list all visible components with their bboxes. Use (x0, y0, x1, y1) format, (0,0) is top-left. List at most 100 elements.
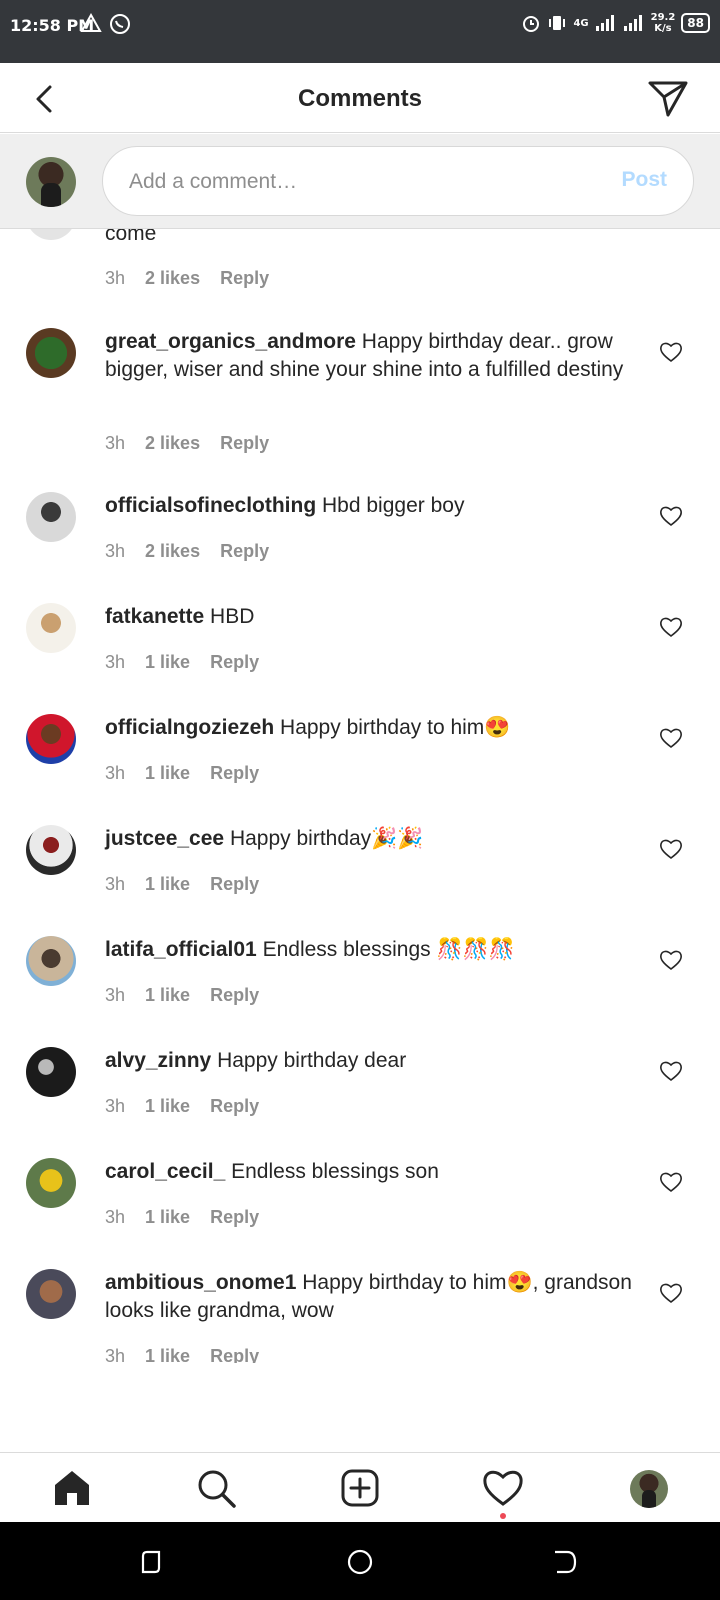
comment-compose-bar: Post (0, 134, 720, 229)
comment-time: 3h (105, 1096, 126, 1116)
heart-icon[interactable] (659, 505, 683, 527)
comment-likes[interactable]: 1 like (145, 985, 190, 1006)
comment-likes[interactable]: 1 like (145, 763, 190, 784)
comment-time: 3h (105, 1207, 126, 1227)
comment-likes[interactable]: 2 likes (145, 433, 200, 454)
comment-username[interactable]: officialngoziezeh (105, 716, 274, 739)
whatsapp-icon (110, 14, 130, 34)
comment-username[interactable]: officialsofineclothing (105, 494, 316, 517)
comment-time: 3h (105, 1346, 126, 1363)
avatar[interactable] (26, 1047, 76, 1097)
page-title: Comments (297, 85, 423, 112)
avatar[interactable] (26, 936, 76, 986)
comment-time: 3h (105, 268, 126, 288)
add-post-icon[interactable] (339, 1467, 381, 1509)
comment-meta: 3h 2 likes Reply (105, 268, 269, 289)
recent-apps-icon[interactable] (137, 1548, 165, 1576)
avatar[interactable] (26, 825, 76, 875)
avatar[interactable] (26, 603, 76, 653)
reply-button[interactable]: Reply (210, 763, 259, 784)
comment-body: latifa_official01 Endless blessings 🎊🎊🎊 (105, 936, 635, 964)
profile-avatar[interactable] (630, 1470, 668, 1508)
comment-likes[interactable]: 1 like (145, 1096, 190, 1117)
comment-text: come (105, 229, 157, 245)
reply-button[interactable]: Reply (220, 433, 269, 454)
signal-icon-2 (623, 15, 642, 31)
speed-unit: K/s (654, 23, 672, 34)
comment-text: HBD (210, 605, 255, 628)
comment-text: Happy birthday to him😍 (280, 716, 511, 739)
reply-button[interactable]: Reply (210, 1096, 259, 1117)
heart-icon[interactable] (659, 727, 683, 749)
activity-heart-icon[interactable] (482, 1467, 524, 1509)
comment-username[interactable]: great_organics_andmore (105, 330, 356, 353)
comment-time: 3h (105, 985, 126, 1005)
warning-icon (80, 12, 102, 32)
paper-plane-icon[interactable] (646, 77, 690, 121)
comment-username[interactable]: carol_cecil_ (105, 1160, 225, 1183)
comment-input-container: Post (102, 146, 694, 216)
comment-body: alvy_zinny Happy birthday dear (105, 1047, 635, 1075)
comment-username[interactable]: ambitious_onome1 (105, 1271, 296, 1294)
notification-dot (500, 1513, 506, 1519)
heart-icon[interactable] (659, 838, 683, 860)
comment-username[interactable]: fatkanette (105, 605, 204, 628)
reply-button[interactable]: Reply (210, 985, 259, 1006)
avatar[interactable] (26, 328, 76, 378)
comment-body: ambitious_onome1 Happy birthday to him😍,… (105, 1269, 635, 1325)
home-icon[interactable] (51, 1467, 93, 1509)
network-type: 4G (573, 17, 589, 29)
back-button-icon[interactable] (551, 1548, 579, 1576)
avatar[interactable] (26, 1269, 76, 1319)
comment-likes[interactable]: 1 like (145, 874, 190, 895)
comment-meta: 3h 1 like Reply (105, 1346, 259, 1363)
comment-meta: 3h 1 like Reply (105, 985, 259, 1006)
comment-meta: 3h 1 like Reply (105, 1096, 259, 1117)
comment-text: Endless blessings 🎊🎊🎊 (262, 938, 515, 961)
comment-likes[interactable]: 1 like (145, 1207, 190, 1228)
heart-icon[interactable] (659, 1282, 683, 1304)
comment-body: great_organics_andmore Happy birthday de… (105, 328, 635, 384)
reply-button[interactable]: Reply (210, 874, 259, 895)
comment-input[interactable] (129, 167, 569, 197)
comment-username[interactable]: justcee_cee (105, 827, 224, 850)
reply-button[interactable]: Reply (210, 652, 259, 673)
post-button[interactable]: Post (621, 168, 667, 192)
comment-meta: 3h 1 like Reply (105, 1207, 259, 1228)
heart-icon[interactable] (659, 1060, 683, 1082)
avatar[interactable] (26, 714, 76, 764)
comment-body: fatkanette HBD (105, 603, 635, 631)
avatar[interactable] (26, 492, 76, 542)
comment-likes[interactable]: 1 like (145, 1346, 190, 1363)
avatar[interactable] (26, 1158, 76, 1208)
alarm-icon (523, 16, 540, 32)
home-button-icon[interactable] (346, 1548, 374, 1576)
comment-time: 3h (105, 433, 126, 453)
comment-likes[interactable]: 2 likes (145, 541, 200, 562)
reply-button[interactable]: Reply (210, 1346, 259, 1363)
comment-text: Endless blessings son (231, 1160, 439, 1183)
search-icon[interactable] (195, 1467, 237, 1509)
comment-body: carol_cecil_ Endless blessings son (105, 1158, 635, 1186)
comment-meta: 3h 1 like Reply (105, 652, 259, 673)
comment-likes[interactable]: 2 likes (145, 268, 200, 289)
reply-button[interactable]: Reply (220, 268, 269, 289)
heart-icon[interactable] (659, 1171, 683, 1193)
battery-indicator: 88 (681, 13, 710, 33)
heart-icon[interactable] (659, 616, 683, 638)
status-right-group: 4G 29.2 K/s 88 (521, 12, 710, 34)
reply-button[interactable]: Reply (210, 1207, 259, 1228)
comment-meta: 3h 1 like Reply (105, 874, 259, 895)
comment-likes[interactable]: 1 like (145, 652, 190, 673)
heart-icon[interactable] (659, 341, 683, 363)
comment-text: Happy birthday dear (217, 1049, 407, 1072)
heart-icon[interactable] (659, 949, 683, 971)
comment-username[interactable]: latifa_official01 (105, 938, 257, 961)
bottom-navigation (0, 1452, 720, 1522)
comments-list[interactable]: come 3h 2 likes Reply great_organics_and… (0, 229, 720, 1363)
comment-meta: 3h 2 likes Reply (105, 433, 269, 454)
comment-username[interactable]: alvy_zinny (105, 1049, 211, 1072)
vibrate-icon (549, 16, 566, 30)
reply-button[interactable]: Reply (220, 541, 269, 562)
system-navigation-bar (0, 1522, 720, 1600)
